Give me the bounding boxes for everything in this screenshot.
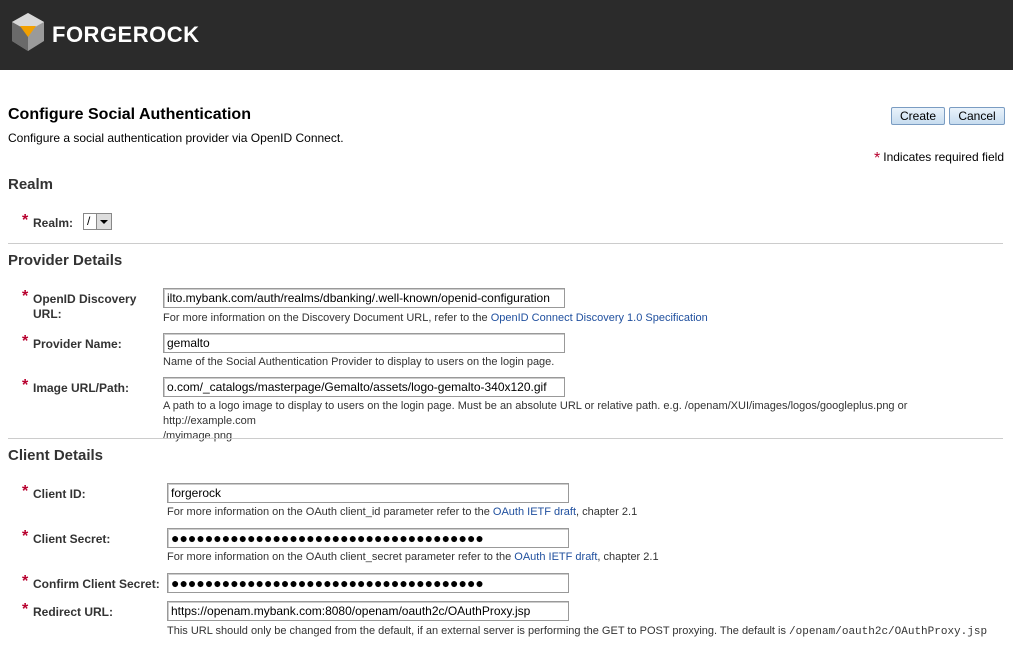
image-url-input[interactable]: o.com/_catalogs/masterpage/Gemalto/asset… xyxy=(163,377,565,397)
client-secret-label: * Client Secret: xyxy=(22,528,111,546)
realm-section-heading: Realm xyxy=(8,176,54,193)
required-field-note: * Indicates required field xyxy=(874,150,1004,167)
client-section-heading: Client Details xyxy=(8,447,104,464)
confirm-secret-label: * Confirm Client Secret: xyxy=(22,573,160,591)
app-header: FORGEROCK xyxy=(0,0,1013,70)
realm-select[interactable]: / xyxy=(83,213,112,230)
page-title: Configure Social Authentication xyxy=(8,106,251,123)
openid-discovery-url-input[interactable]: ilto.mybank.com/auth/realms/dbanking/.we… xyxy=(163,288,565,308)
redirect-url-input[interactable]: https://openam.mybank.com:8080/openam/oa… xyxy=(167,601,569,621)
openid-discovery-help: For more information on the Discovery Do… xyxy=(163,312,708,324)
client-id-label: * Client ID: xyxy=(22,483,86,501)
chevron-down-icon[interactable] xyxy=(96,214,111,229)
brand-name: FORGEROCK xyxy=(52,22,200,47)
openid-discovery-label: * OpenID Discovery xyxy=(22,288,137,306)
client-secret-input[interactable]: ●●●●●●●●●●●●●●●●●●●●●●●●●●●●●●●●●●●●● xyxy=(167,528,569,548)
redirect-url-help: This URL should only be changed from the… xyxy=(167,625,988,638)
required-asterisk: * xyxy=(874,150,881,167)
provider-section-heading: Provider Details xyxy=(8,252,123,269)
create-button[interactable]: Create xyxy=(891,107,945,125)
oauth-draft-link[interactable]: OAuth IETF draft xyxy=(514,551,597,563)
openid-discovery-label-line2: URL: xyxy=(33,307,62,321)
provider-name-help: Name of the Social Authentication Provid… xyxy=(163,356,555,368)
page-subtitle: Configure a social authentication provid… xyxy=(8,131,344,145)
client-secret-help: For more information on the OAuth client… xyxy=(167,551,659,563)
provider-name-label: * Provider Name: xyxy=(22,333,122,351)
realm-label: * Realm: xyxy=(22,212,74,230)
client-id-help: For more information on the OAuth client… xyxy=(167,506,638,518)
redirect-url-label: * Redirect URL: xyxy=(22,601,114,619)
provider-name-input[interactable]: gemalto xyxy=(163,333,565,353)
divider xyxy=(8,243,1003,244)
client-id-input[interactable]: forgerock xyxy=(167,483,569,503)
divider xyxy=(8,438,1003,439)
confirm-secret-input[interactable]: ●●●●●●●●●●●●●●●●●●●●●●●●●●●●●●●●●●●●● xyxy=(167,573,569,593)
forgerock-logo-icon xyxy=(12,13,44,51)
openid-spec-link[interactable]: OpenID Connect Discovery 1.0 Specificati… xyxy=(491,312,708,324)
cancel-button[interactable]: Cancel xyxy=(949,107,1005,125)
oauth-draft-link[interactable]: OAuth IETF draft xyxy=(493,506,576,518)
image-url-label: * Image URL/Path: xyxy=(22,377,130,395)
